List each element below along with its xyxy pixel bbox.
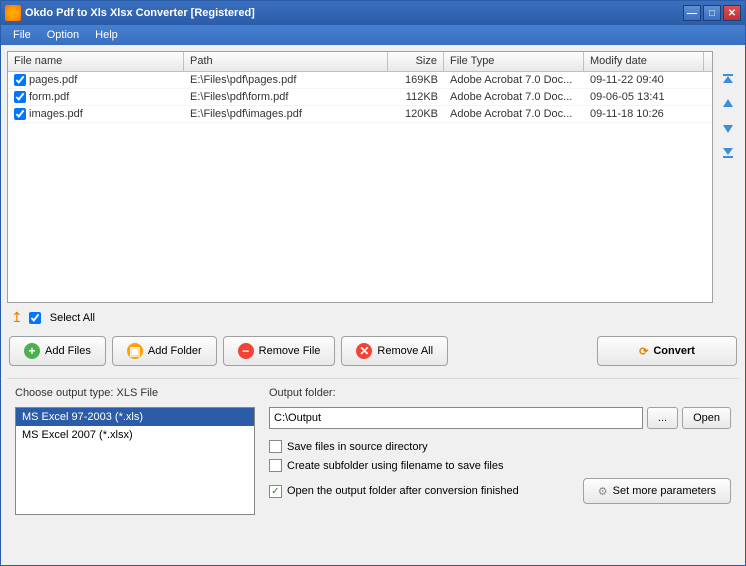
list-item-xlsx[interactable]: MS Excel 2007 (*.xlsx) (16, 426, 254, 444)
cell-date: 09-06-05 13:41 (584, 90, 704, 104)
subfolder-checkbox[interactable] (269, 459, 282, 472)
convert-button[interactable]: ⟳Convert (597, 336, 737, 366)
browse-button[interactable]: ... (647, 407, 678, 429)
menu-help[interactable]: Help (87, 27, 126, 43)
x-icon: ✕ (356, 343, 372, 359)
up-folder-icon[interactable]: ↥ (11, 309, 23, 326)
minimize-button[interactable]: — (683, 5, 701, 21)
select-all-checkbox[interactable] (29, 312, 41, 324)
window-title: Okdo Pdf to Xls Xlsx Converter [Register… (25, 7, 681, 19)
menubar: File Option Help (1, 25, 745, 45)
table-header: File name Path Size File Type Modify dat… (8, 52, 712, 72)
cell-size: 169KB (388, 73, 444, 87)
list-item-xls[interactable]: MS Excel 97-2003 (*.xls) (16, 408, 254, 426)
close-button[interactable]: ✕ (723, 5, 741, 21)
minus-icon: − (238, 343, 254, 359)
select-all-label: Select All (50, 312, 95, 324)
row-checkbox[interactable] (14, 91, 26, 103)
add-files-button[interactable]: +Add Files (9, 336, 106, 366)
maximize-button[interactable]: □ (703, 5, 721, 21)
save-source-label: Save files in source directory (287, 441, 428, 453)
th-filetype[interactable]: File Type (444, 52, 584, 71)
cell-filename: images.pdf (29, 108, 83, 120)
cell-path: E:\Files\pdf\form.pdf (184, 90, 388, 104)
reorder-buttons (717, 51, 739, 303)
move-down-button[interactable] (719, 119, 737, 137)
table-row[interactable]: images.pdf E:\Files\pdf\images.pdf120KBAd… (8, 106, 712, 123)
cell-type: Adobe Acrobat 7.0 Doc... (444, 90, 584, 104)
cell-size: 112KB (388, 90, 444, 104)
save-source-checkbox[interactable] (269, 440, 282, 453)
titlebar: Okdo Pdf to Xls Xlsx Converter [Register… (1, 1, 745, 25)
remove-all-button[interactable]: ✕Remove All (341, 336, 448, 366)
table-row[interactable]: pages.pdf E:\Files\pdf\pages.pdf169KBAdob… (8, 72, 712, 89)
open-after-checkbox[interactable]: ✓ (269, 485, 282, 498)
gear-icon: ⚙ (598, 485, 608, 498)
row-checkbox[interactable] (14, 74, 26, 86)
th-size[interactable]: Size (388, 52, 444, 71)
remove-file-button[interactable]: −Remove File (223, 336, 336, 366)
app-logo-icon (5, 5, 21, 21)
app-window: Okdo Pdf to Xls Xlsx Converter [Register… (0, 0, 746, 566)
th-path[interactable]: Path (184, 52, 388, 71)
cell-type: Adobe Acrobat 7.0 Doc... (444, 73, 584, 87)
move-top-button[interactable] (719, 71, 737, 89)
cell-size: 120KB (388, 107, 444, 121)
move-bottom-button[interactable] (719, 143, 737, 161)
output-type-list[interactable]: MS Excel 97-2003 (*.xls) MS Excel 2007 (… (15, 407, 255, 515)
open-button[interactable]: Open (682, 407, 731, 429)
output-folder-label: Output folder: (269, 383, 731, 403)
more-parameters-button[interactable]: ⚙Set more parameters (583, 478, 731, 504)
subfolder-label: Create subfolder using filename to save … (287, 460, 503, 472)
output-panel: Choose output type: XLS File MS Excel 97… (7, 378, 739, 525)
action-buttons: +Add Files ▣Add Folder −Remove File ✕Rem… (7, 332, 739, 370)
menu-option[interactable]: Option (39, 27, 87, 43)
content-area: File name Path Size File Type Modify dat… (1, 45, 745, 565)
file-table[interactable]: File name Path Size File Type Modify dat… (7, 51, 713, 303)
cell-filename: form.pdf (29, 91, 69, 103)
select-all-row: ↥ Select All (7, 307, 739, 328)
row-checkbox[interactable] (14, 108, 26, 120)
convert-icon: ⟳ (639, 345, 648, 358)
table-row[interactable]: form.pdf E:\Files\pdf\form.pdf112KBAdobe … (8, 89, 712, 106)
th-filename[interactable]: File name (8, 52, 184, 71)
cell-path: E:\Files\pdf\pages.pdf (184, 73, 388, 87)
cell-date: 09-11-18 10:26 (584, 107, 704, 121)
folder-icon: ▣ (127, 343, 143, 359)
cell-type: Adobe Acrobat 7.0 Doc... (444, 107, 584, 121)
move-up-button[interactable] (719, 95, 737, 113)
cell-filename: pages.pdf (29, 74, 77, 86)
cell-path: E:\Files\pdf\images.pdf (184, 107, 388, 121)
open-after-label: Open the output folder after conversion … (287, 485, 519, 497)
output-folder-input[interactable] (269, 407, 643, 429)
plus-icon: + (24, 343, 40, 359)
th-modifydate[interactable]: Modify date (584, 52, 704, 71)
output-type-label: Choose output type: XLS File (15, 383, 255, 403)
add-folder-button[interactable]: ▣Add Folder (112, 336, 217, 366)
cell-date: 09-11-22 09:40 (584, 73, 704, 87)
menu-file[interactable]: File (5, 27, 39, 43)
